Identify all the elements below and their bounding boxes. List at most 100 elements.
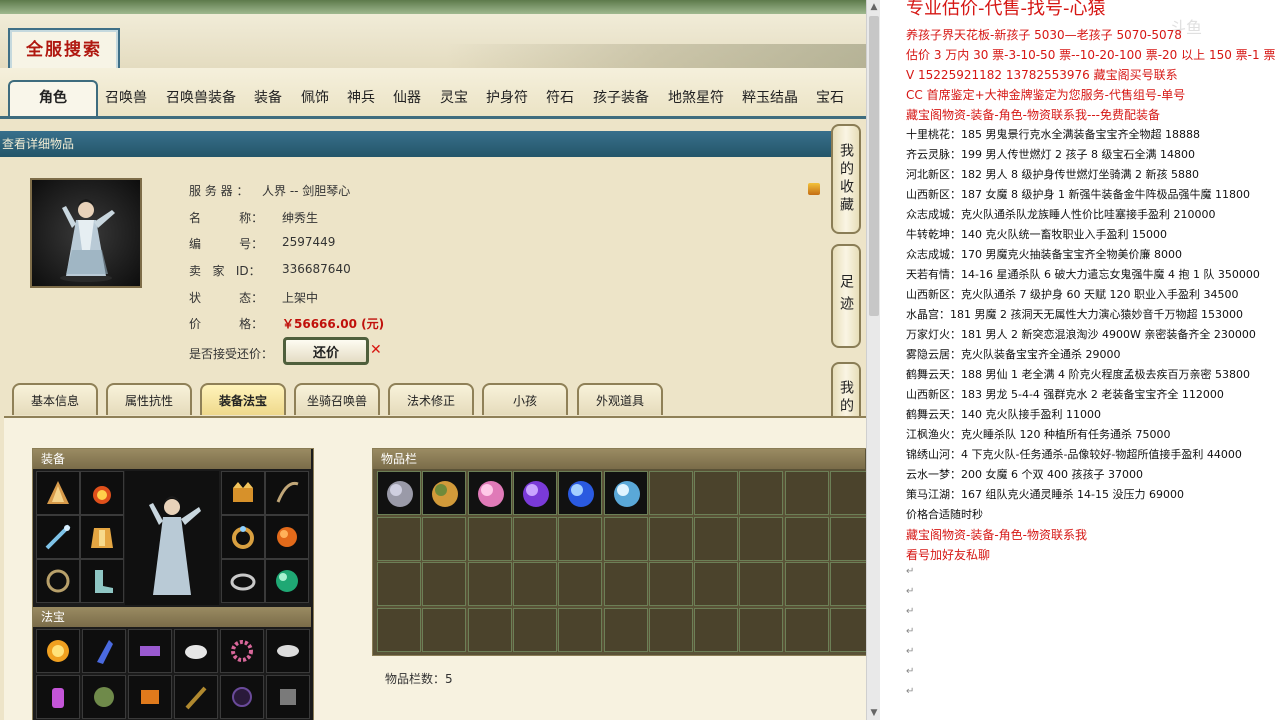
inventory-slot[interactable] (648, 516, 693, 561)
inventory-slot[interactable] (512, 471, 557, 515)
nav-tab-rune-stone[interactable]: 符石 (546, 84, 574, 112)
inventory-slot[interactable] (377, 471, 421, 515)
inventory-slot[interactable] (739, 516, 784, 561)
equip-slot-earring[interactable] (265, 515, 309, 559)
scroll-down-icon[interactable]: ▼ (867, 706, 881, 720)
inventory-slot[interactable] (784, 516, 829, 561)
equip-slot-talisman[interactable] (265, 559, 309, 603)
inventory-slot[interactable] (558, 516, 603, 561)
equip-slot-boots[interactable] (80, 559, 124, 603)
inventory-slot[interactable] (739, 562, 784, 606)
inventory-slot[interactable] (558, 471, 603, 515)
inventory-slot[interactable] (603, 607, 648, 652)
nav-tab-immortal-weapon[interactable]: 仙器 (393, 84, 421, 112)
sub-tab-attributes[interactable]: 属性抗性 (106, 383, 192, 415)
treasure-slot-6[interactable] (266, 629, 310, 673)
treasure-slot-7[interactable] (36, 675, 80, 719)
sub-tab-basic-info[interactable]: 基本信息 (12, 383, 98, 415)
equip-slot-accessory-1[interactable] (221, 471, 265, 515)
inventory-slot[interactable] (558, 607, 603, 652)
scrollbar-thumb[interactable] (869, 16, 879, 316)
haggle-button[interactable]: 还价 (283, 337, 369, 365)
equip-slot-belt[interactable] (36, 559, 80, 603)
nav-tab-spirit-treasure[interactable]: 灵宝 (440, 84, 468, 112)
inventory-slot[interactable] (784, 607, 829, 652)
inventory-slot[interactable] (830, 516, 866, 561)
close-icon[interactable]: ✕ (370, 342, 382, 358)
equip-slot-necklace[interactable] (80, 471, 124, 515)
inventory-slot[interactable] (830, 471, 866, 515)
nav-tab-divine-weapon[interactable]: 神兵 (347, 84, 375, 112)
inventory-slot[interactable] (558, 562, 603, 606)
treasure-slot-1[interactable] (36, 629, 80, 673)
bookmark-icon[interactable] (808, 183, 820, 195)
inventory-slot[interactable] (739, 607, 784, 652)
inventory-slot[interactable] (422, 471, 467, 515)
inventory-slot[interactable] (467, 562, 512, 606)
nav-tab-child-equipment[interactable]: 孩子装备 (593, 84, 649, 112)
treasure-slot-11[interactable] (220, 675, 264, 719)
treasure-slot-8[interactable] (82, 675, 126, 719)
equip-slot-helmet[interactable] (36, 471, 80, 515)
nav-tab-star-talisman[interactable]: 地煞星符 (668, 84, 724, 112)
inventory-slot[interactable] (830, 607, 866, 652)
inventory-slot[interactable] (784, 562, 829, 606)
inventory-slot[interactable] (512, 607, 557, 652)
vertical-scrollbar[interactable]: ▲ ▼ (866, 0, 881, 720)
inventory-slot[interactable] (377, 516, 421, 561)
treasure-slot-12[interactable] (266, 675, 310, 719)
inventory-slot[interactable] (694, 607, 739, 652)
inventory-slot[interactable] (467, 607, 512, 652)
inventory-slot[interactable] (422, 607, 467, 652)
treasure-slot-2[interactable] (82, 629, 126, 673)
inventory-slot[interactable] (603, 562, 648, 606)
equip-slot-weapon[interactable] (36, 515, 80, 559)
inventory-slot[interactable] (784, 471, 829, 515)
inventory-slot[interactable] (603, 471, 648, 515)
treasure-slot-4[interactable] (174, 629, 218, 673)
nav-tab-amulet[interactable]: 护身符 (486, 84, 528, 112)
nav-tab-role[interactable]: 角色 (8, 80, 98, 116)
inventory-slot[interactable] (467, 471, 512, 515)
inventory-slot[interactable] (422, 516, 467, 561)
inventory-slot[interactable] (648, 607, 693, 652)
sub-tab-spell-correction[interactable]: 法术修正 (388, 383, 474, 415)
inventory-slot[interactable] (603, 516, 648, 561)
nav-tab-jade-crystal[interactable]: 粹玉结晶 (742, 84, 798, 112)
nav-tab-gem[interactable]: 宝石 (816, 84, 844, 112)
nav-tab-pet[interactable]: 召唤兽 (105, 84, 147, 112)
inventory-slot[interactable] (422, 562, 467, 606)
inventory-slot[interactable] (467, 516, 512, 561)
inventory-slot[interactable] (830, 562, 866, 606)
treasure-slot-10[interactable] (174, 675, 218, 719)
inventory-slot[interactable] (512, 562, 557, 606)
treasure-slot-3[interactable] (128, 629, 172, 673)
treasure-slot-9[interactable] (128, 675, 172, 719)
inventory-slot[interactable] (377, 607, 421, 652)
inventory-slot[interactable] (377, 562, 421, 606)
side-tab-favorites[interactable]: 我的收藏 (831, 124, 861, 234)
inventory-slot[interactable] (694, 516, 739, 561)
equip-slot-armor[interactable] (80, 515, 124, 559)
inventory-slot[interactable] (648, 562, 693, 606)
inventory-slot[interactable] (739, 471, 784, 515)
sub-tab-equipment-treasure[interactable]: 装备法宝 (200, 383, 286, 415)
equip-slot-ring[interactable] (221, 515, 265, 559)
inventory-slot[interactable] (694, 562, 739, 606)
sub-tab-appearance[interactable]: 外观道具 (577, 383, 663, 415)
scroll-up-icon[interactable]: ▲ (867, 0, 881, 14)
inventory-slot[interactable] (694, 471, 739, 515)
inventory-slot[interactable] (512, 516, 557, 561)
side-tab-footprints[interactable]: 足迹 (831, 244, 861, 348)
equip-slot-accessory-2[interactable] (265, 471, 309, 515)
notes-line: 雾隐云居：克火队装备宝宝齐全通杀 29000 (906, 348, 1121, 361)
sub-tab-mount-pet[interactable]: 坐骑召唤兽 (294, 383, 380, 415)
server-search-button[interactable]: 全服搜索 (8, 28, 120, 72)
inventory-slot[interactable] (648, 471, 693, 515)
treasure-slot-5[interactable] (220, 629, 264, 673)
equip-slot-bracelet[interactable] (221, 559, 265, 603)
nav-tab-accessory[interactable]: 佩饰 (301, 84, 329, 112)
sub-tab-child[interactable]: 小孩 (482, 383, 568, 415)
nav-tab-pet-equipment[interactable]: 召唤兽装备 (166, 84, 236, 112)
nav-tab-equipment[interactable]: 装备 (254, 84, 282, 112)
